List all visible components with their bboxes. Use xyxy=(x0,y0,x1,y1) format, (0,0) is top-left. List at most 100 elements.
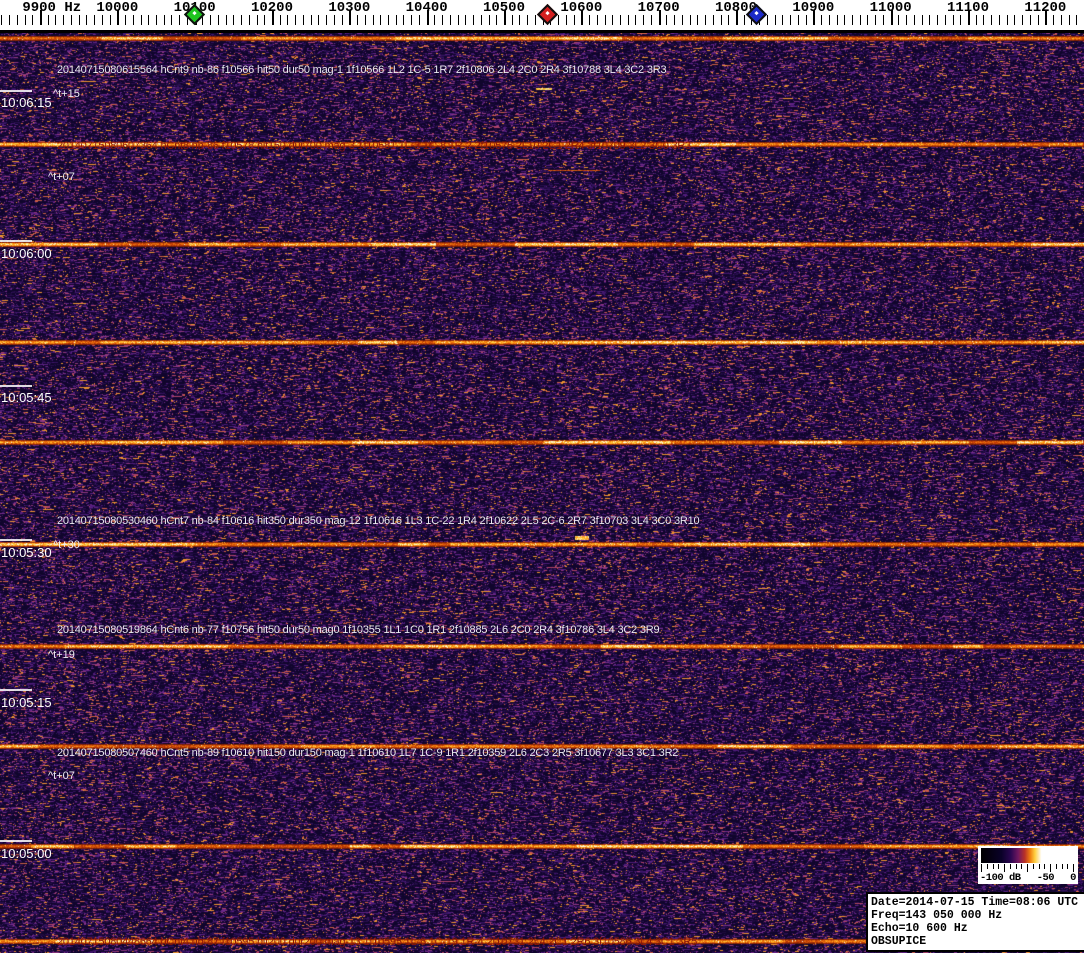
time-label: 10:05:15 xyxy=(1,695,52,710)
detection-annotation: 20140715080607364 hCnt8 nb-86 f10578 hit… xyxy=(57,140,691,152)
ruler-tick xyxy=(1007,15,1008,25)
ruler-tick xyxy=(79,15,80,25)
time-tick xyxy=(0,840,32,842)
ruler-tick xyxy=(1014,15,1015,25)
ruler-tick xyxy=(790,15,791,25)
color-scale-tick xyxy=(1010,864,1011,869)
ruler-label: 10400 xyxy=(406,0,448,16)
color-scale-tick xyxy=(1056,864,1057,869)
color-scale-tick xyxy=(1004,864,1005,872)
ruler-tick xyxy=(280,15,281,25)
color-scale-tick xyxy=(1027,864,1028,872)
ruler-tick xyxy=(326,15,327,25)
detection-annotation: 20140715080615564 hCnt9 nb-86 f10566 hit… xyxy=(57,64,666,76)
ruler-tick xyxy=(1022,15,1023,25)
freq-marker-center xyxy=(193,11,197,15)
ruler-tick xyxy=(821,15,822,25)
color-scale-tick xyxy=(998,864,999,869)
color-scale-labels: -100 dB -50 0 xyxy=(980,872,1076,884)
detection-annotation: 20140715080507460 hCnt5 nb-89 f10610 hit… xyxy=(57,747,678,759)
ruler-tick xyxy=(867,15,868,25)
ruler-tick xyxy=(156,15,157,25)
ruler-tick xyxy=(233,15,234,25)
ruler-tick xyxy=(945,15,946,25)
ruler-tick xyxy=(782,15,783,25)
color-scale-tick xyxy=(1039,864,1040,869)
status-info-box: Date=2014-07-15 Time=08:06 UTC Freq=143 … xyxy=(866,892,1084,952)
ruler-tick xyxy=(473,15,474,25)
ruler-tick xyxy=(519,15,520,25)
ruler-tick xyxy=(883,15,884,25)
ruler-tick xyxy=(744,15,745,25)
ruler-tick xyxy=(287,15,288,25)
scale-mid-label: -50 xyxy=(1037,872,1054,884)
detection-time-offset: ^t+07 xyxy=(48,171,75,183)
ruler-tick xyxy=(373,15,374,25)
ruler-tick xyxy=(419,15,420,25)
time-tick xyxy=(0,90,32,92)
ruler-tick xyxy=(937,15,938,25)
ruler-tick xyxy=(875,15,876,25)
ruler-label: 10200 xyxy=(251,0,293,16)
ruler-tick xyxy=(342,15,343,25)
info-observatory: OBSUPICE xyxy=(871,935,1081,948)
ruler-tick xyxy=(311,15,312,25)
ruler-label: 10700 xyxy=(638,0,680,16)
ruler-tick xyxy=(489,15,490,25)
scale-max-label: 0 xyxy=(1070,872,1076,884)
ruler-tick xyxy=(612,15,613,25)
ruler-tick xyxy=(829,15,830,25)
detection-annotation: 20140715080519864 hCnt6 nb-77 f10756 hit… xyxy=(57,624,659,636)
ruler-tick xyxy=(9,15,10,25)
ruler-tick xyxy=(906,15,907,25)
ruler-tick xyxy=(365,15,366,25)
ruler-tick xyxy=(558,15,559,25)
ruler-tick xyxy=(628,15,629,25)
ruler-tick xyxy=(388,15,389,25)
ruler-tick xyxy=(295,15,296,25)
ruler-label: 9900 Hz xyxy=(22,0,81,16)
color-scale-tick xyxy=(1050,864,1051,872)
time-label: 10:06:15 xyxy=(1,95,52,110)
ruler-tick xyxy=(179,15,180,25)
ruler-tick xyxy=(983,15,984,25)
detection-annotation: 20140715080448664 hCnt4 nb-87 f10595 hit… xyxy=(57,936,697,948)
ruler-label: 11100 xyxy=(947,0,989,16)
frequency-ruler: 9900 Hz100001010010200103001040010500106… xyxy=(0,0,1084,33)
ruler-tick xyxy=(728,15,729,25)
ruler-tick xyxy=(960,15,961,25)
color-scale-tick xyxy=(981,864,982,872)
ruler-tick xyxy=(241,15,242,25)
ruler-tick xyxy=(999,15,1000,25)
ruler-tick xyxy=(481,15,482,25)
color-scale: -100 dB -50 0 xyxy=(978,846,1078,884)
time-label: 10:05:45 xyxy=(1,390,52,405)
time-label: 10:06:00 xyxy=(1,246,52,261)
ruler-tick xyxy=(442,15,443,25)
detection-time-offset: ^t+19 xyxy=(48,649,75,661)
ruler-tick xyxy=(334,15,335,25)
ruler-tick xyxy=(898,15,899,25)
time-tick xyxy=(0,539,32,541)
ruler-tick xyxy=(110,15,111,25)
ruler-tick xyxy=(164,15,165,25)
ruler-label: 10500 xyxy=(483,0,525,16)
ruler-tick xyxy=(713,15,714,25)
ruler-tick xyxy=(125,15,126,25)
freq-marker-red[interactable] xyxy=(537,4,558,25)
ruler-tick xyxy=(953,15,954,25)
ruler-tick xyxy=(226,15,227,25)
time-label: 10:05:30 xyxy=(1,545,52,560)
time-tick xyxy=(0,385,32,387)
ruler-tick xyxy=(63,15,64,25)
color-scale-tick xyxy=(1016,864,1017,869)
color-scale-ticks xyxy=(981,864,1074,872)
ruler-label: 10900 xyxy=(792,0,834,16)
ruler-tick xyxy=(767,15,768,25)
ruler-tick xyxy=(318,15,319,25)
ruler-tick xyxy=(148,15,149,25)
ruler-tick xyxy=(1076,15,1077,25)
ruler-tick xyxy=(914,15,915,25)
ruler-tick xyxy=(133,15,134,25)
detection-annotation: 20140715080530460 hCnt7 nb-84 f10616 hit… xyxy=(57,515,699,527)
